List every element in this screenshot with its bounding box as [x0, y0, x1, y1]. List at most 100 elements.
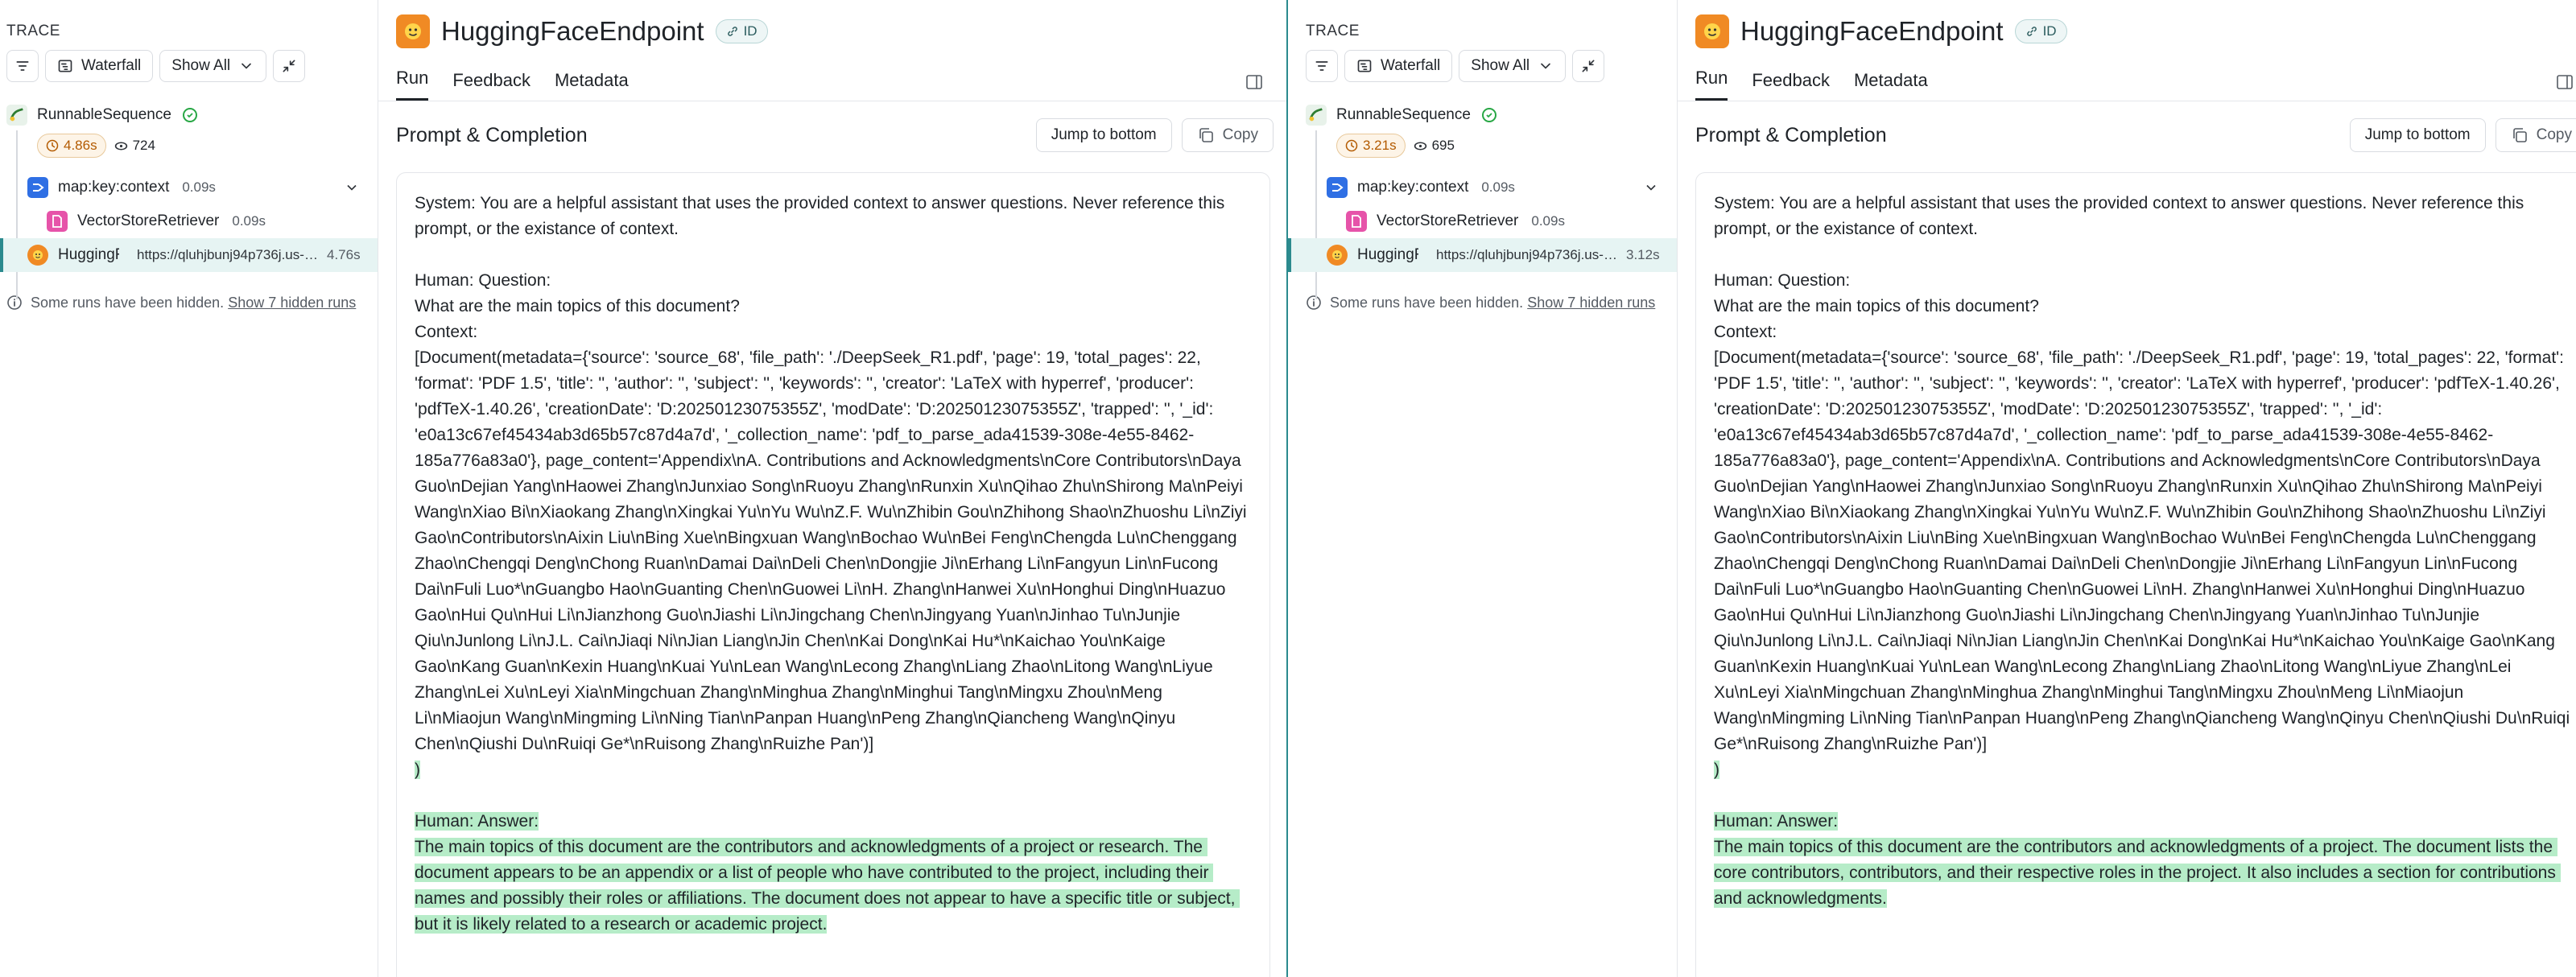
run-name: HuggingFaceEndpoint — [58, 246, 119, 263]
run-row-root[interactable]: RunnableSequence — [1288, 98, 1677, 132]
human-question-label: Human: Question: — [1714, 271, 1851, 290]
run-latency: 0.09s — [1481, 179, 1515, 195]
context-text: [Document(metadata={'source': 'source_68… — [415, 348, 1252, 753]
run-latency: 0.09s — [232, 213, 266, 229]
trace-toolbar: Waterfall Show All — [1288, 50, 1677, 82]
question-text: What are the main topics of this documen… — [1714, 297, 2039, 315]
copy-button[interactable]: Copy — [2495, 118, 2576, 152]
run-latency: 0.09s — [1531, 213, 1565, 229]
show-hidden-runs-link[interactable]: Show 7 hidden runs — [228, 295, 356, 311]
trace-label: TRACE — [1306, 23, 1360, 39]
show-hidden-runs-link[interactable]: Show 7 hidden runs — [1527, 295, 1655, 311]
collapse-button[interactable] — [273, 50, 306, 82]
system-message: System: You are a helpful assistant that… — [415, 194, 1230, 238]
detail-tabs: Run Feedback Metadata — [1678, 68, 2576, 101]
jump-to-bottom-button[interactable]: Jump to bottom — [2349, 118, 2486, 152]
collapse-icon — [1582, 60, 1595, 72]
waterfall-toggle[interactable]: Waterfall — [1344, 50, 1453, 82]
copy-icon — [2512, 128, 2527, 142]
run-row-map[interactable]: map:key:context 0.09s — [1288, 171, 1677, 204]
run-row-llm[interactable]: HuggingFaceEndpoint https://qluhjbunj94p… — [1288, 238, 1677, 272]
waterfall-icon — [58, 60, 72, 72]
waterfall-label: Waterfall — [81, 57, 142, 74]
copy-id-button[interactable]: ID — [715, 19, 768, 43]
retriever-icon — [1346, 211, 1367, 232]
copy-icon — [1199, 128, 1213, 142]
show-all-label: Show All — [171, 57, 231, 74]
filter-button[interactable] — [6, 50, 39, 82]
tab-metadata[interactable]: Metadata — [555, 70, 629, 101]
run-row-retriever[interactable]: VectorStoreRetriever 0.09s — [0, 204, 378, 238]
human-answer-label: Human: Answer: — [415, 812, 539, 831]
filter-icon — [1315, 61, 1328, 71]
trace-sidebar: TRACE Waterfall Show All RunnableSequenc… — [0, 0, 378, 977]
collapse-icon — [283, 60, 295, 72]
tab-run[interactable]: Run — [1695, 68, 1728, 101]
tab-feedback[interactable]: Feedback — [452, 70, 530, 101]
copy-label: Copy — [1222, 126, 1258, 143]
clock-icon — [1345, 139, 1358, 152]
section-actions: Jump to bottom Copy — [2349, 118, 2576, 152]
completion-close-paren: ) — [1714, 761, 1719, 779]
id-label: ID — [743, 23, 758, 39]
panel-toggle-icon[interactable] — [2557, 75, 2573, 89]
chevron-down-icon — [1541, 63, 1550, 69]
human-question-label: Human: Question: — [415, 271, 551, 290]
run-detail-pane: HuggingFaceEndpoint ID Run Feedback Meta… — [378, 0, 1286, 977]
huggingface-icon — [1327, 245, 1348, 266]
run-row-retriever[interactable]: VectorStoreRetriever 0.09s — [1288, 204, 1677, 238]
check-circle-icon — [182, 108, 197, 122]
run-detail-pane: HuggingFaceEndpoint ID Run Feedback Meta… — [1678, 0, 2576, 977]
waterfall-toggle[interactable]: Waterfall — [45, 50, 154, 82]
prompt-completion-box: System: You are a helpful assistant that… — [1695, 172, 2576, 977]
section-title: Prompt & Completion — [396, 123, 588, 146]
map-icon — [1327, 177, 1348, 198]
run-row-llm[interactable]: HuggingFaceEndpoint https://qluhjbunj94p… — [0, 238, 378, 272]
chevron-down-icon[interactable] — [1643, 179, 1659, 196]
run-tree: RunnableSequence 3.21s 695 map:key:conte… — [1288, 98, 1677, 299]
completion-close-paren: ) — [415, 761, 420, 779]
system-message: System: You are a helpful assistant that… — [1714, 194, 2529, 238]
run-row-map[interactable]: map:key:context 0.09s — [0, 171, 378, 204]
huggingface-icon — [27, 245, 48, 266]
answer-text: The main topics of this document are the… — [1714, 838, 2561, 908]
trace-label: TRACE — [6, 23, 60, 39]
section-title: Prompt & Completion — [1695, 123, 1887, 146]
panel-toggle-icon[interactable] — [1246, 75, 1262, 89]
collapse-button[interactable] — [1572, 50, 1605, 82]
copy-button[interactable]: Copy — [1181, 118, 1274, 152]
jump-to-bottom-button[interactable]: Jump to bottom — [1035, 118, 1172, 152]
run-latency: 4.76s — [327, 247, 361, 262]
tab-run[interactable]: Run — [396, 68, 429, 101]
prompt-section-header: Prompt & Completion Jump to bottom Copy — [378, 117, 1286, 153]
endpoint-url: https://qluhjbunj94p736j.us-east-1.aws.e… — [1436, 247, 1620, 262]
run-name: map:key:context — [58, 179, 170, 196]
runnable-sequence-icon — [1306, 105, 1327, 126]
comparison-view: TRACE Waterfall Show All RunnableSequenc… — [0, 0, 2576, 977]
prompt-completion-box: System: You are a helpful assistant that… — [396, 172, 1270, 977]
tab-feedback[interactable]: Feedback — [1752, 70, 1830, 101]
show-all-dropdown[interactable]: Show All — [1459, 50, 1567, 82]
check-circle-icon — [1481, 108, 1496, 122]
runnable-sequence-icon — [6, 105, 27, 126]
run-name: HuggingFaceEndpoint — [1357, 246, 1418, 263]
detail-tabs: Run Feedback Metadata — [378, 68, 1286, 101]
endpoint-url: https://qluhjbunj94p736j.us-east-1.aws.e… — [137, 247, 320, 262]
answer-text: The main topics of this document are the… — [415, 838, 1241, 934]
tab-metadata[interactable]: Metadata — [1854, 70, 1928, 101]
token-count: 695 — [1414, 138, 1455, 154]
filter-button[interactable] — [1306, 50, 1338, 82]
hidden-runs-note: Some runs have been hidden. Show 7 hidde… — [0, 272, 378, 312]
chevron-down-icon[interactable] — [344, 179, 360, 196]
run-row-root[interactable]: RunnableSequence — [0, 98, 378, 132]
run-stats: 4.86s 724 — [0, 132, 378, 159]
latency-badge: 4.86s — [37, 134, 106, 158]
run-title: HuggingFaceEndpoint — [441, 16, 704, 46]
run-title: HuggingFaceEndpoint — [1740, 16, 2004, 46]
question-text: What are the main topics of this documen… — [415, 297, 740, 315]
show-all-dropdown[interactable]: Show All — [159, 50, 267, 82]
waterfall-label: Waterfall — [1381, 57, 1441, 74]
copy-id-button[interactable]: ID — [2014, 19, 2067, 43]
context-text: [Document(metadata={'source': 'source_68… — [1714, 348, 2574, 753]
token-count: 724 — [114, 138, 155, 154]
